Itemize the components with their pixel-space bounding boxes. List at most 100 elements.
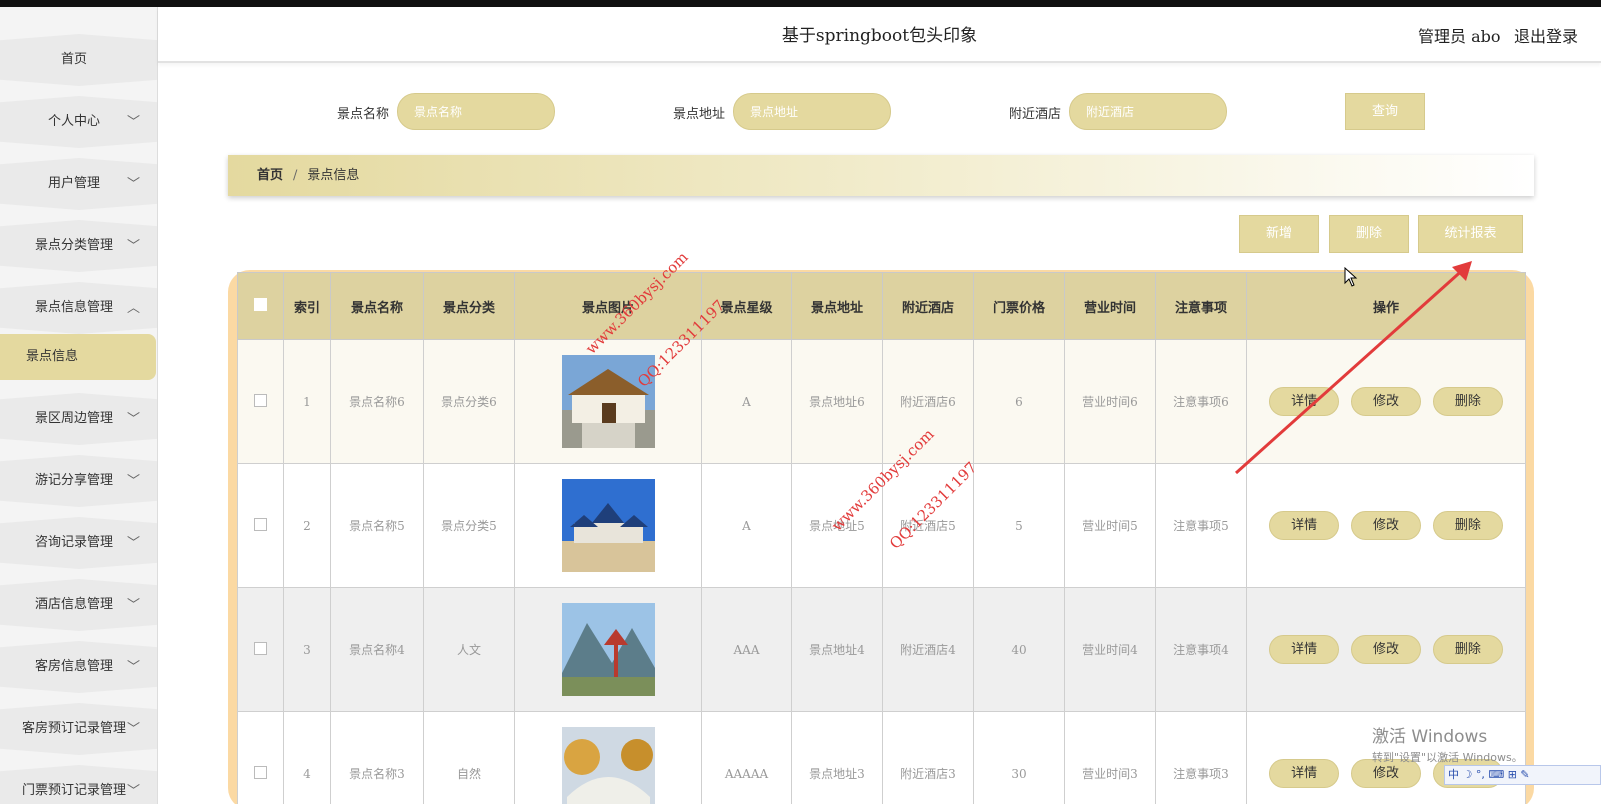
cell-hours: 营业时间5 [1064, 463, 1156, 588]
ime-toolbar[interactable]: 中 ☽ °, ⌨ ⊞ ✎ [1444, 765, 1601, 785]
edit-button[interactable]: 修改 [1351, 635, 1421, 664]
bridge-photo[interactable] [561, 727, 655, 804]
cell-stars: A [701, 463, 792, 588]
sidebar-item-label: 客房预订记录管理 [21, 721, 126, 736]
breadcrumb-current: 景点信息 [307, 168, 360, 183]
row-checkbox[interactable] [254, 765, 267, 779]
activation-title: 激活 Windows [1372, 727, 1488, 747]
sidebar-item-label: 首页 [60, 52, 87, 67]
stats-report-button[interactable]: 统计报表 [1418, 215, 1523, 253]
row-checkbox[interactable] [254, 393, 267, 407]
cell-address: 景点地址3 [791, 711, 883, 804]
cell-stars: A [701, 339, 792, 464]
cell-price: 30 [973, 711, 1065, 804]
cell-image [514, 711, 702, 804]
chevron-down-icon: ﹀ [126, 598, 140, 613]
breadcrumb-separator: / [293, 168, 298, 183]
cell-image [514, 587, 702, 712]
cell-name: 景点名称6 [330, 339, 424, 464]
sidebar-item-label: 景点信息管理 [34, 300, 113, 315]
sidebar-item-home[interactable]: 首页 [0, 34, 157, 86]
ime-toolbar-label: 中 ☽ °, ⌨ ⊞ ✎ [1448, 768, 1530, 781]
query-button[interactable]: 查询 [1345, 93, 1425, 130]
detail-button[interactable]: 详情 [1269, 511, 1340, 540]
cell-operations: 详情 修改 删除 [1246, 587, 1526, 712]
sidebar-item-label: 景区周边管理 [34, 411, 113, 426]
table-row: 4 景点名称3 自然 AAAAA 景点地址3 附近酒店3 30 营业时间3 注意… [237, 711, 1526, 804]
cell-hours: 营业时间6 [1064, 339, 1156, 464]
chevron-down-icon: ﹀ [126, 784, 140, 799]
row-checkbox[interactable] [254, 517, 267, 531]
sidebar-item-personal-center[interactable]: 个人中心 ﹀ [0, 96, 157, 148]
sidebar-item-travelogue-management[interactable]: 游记分享管理 ﹀ [0, 455, 157, 507]
cell-notes: 注意事项3 [1155, 711, 1247, 804]
column-header: 景点分类 [423, 272, 515, 340]
chevron-down-icon: ﹀ [126, 115, 140, 130]
cell-hours: 营业时间4 [1064, 587, 1156, 712]
sidebar-item-category-management[interactable]: 景点分类管理 ﹀ [0, 220, 157, 272]
detail-button[interactable]: 详情 [1269, 759, 1340, 788]
cell-price: 5 [973, 463, 1065, 588]
sidebar-subitem-scenic-info[interactable]: 景点信息 [0, 334, 156, 380]
scenic-address-label: 景点地址 [673, 107, 726, 122]
cell-index: 1 [283, 339, 331, 464]
cell-name: 景点名称4 [330, 587, 424, 712]
chevron-down-icon: ﹀ [126, 536, 140, 551]
nearby-hotel-label: 附近酒店 [1009, 107, 1062, 122]
sidebar-item-label: 客房信息管理 [34, 659, 113, 674]
scenic-name-input[interactable] [397, 93, 555, 130]
sidebar-item-ticket-booking-management[interactable]: 门票预订记录管理 ﹀ [0, 765, 157, 804]
mountain-pagoda-photo[interactable] [561, 603, 655, 696]
add-button[interactable]: 新增 [1239, 215, 1319, 253]
edit-button[interactable]: 修改 [1351, 511, 1421, 540]
batch-delete-button[interactable]: 删除 [1329, 215, 1409, 253]
logout-link[interactable]: 退出登录 [1514, 23, 1578, 47]
sidebar-subitem-label: 景点信息 [26, 349, 79, 364]
sidebar-item-consultation-management[interactable]: 咨询记录管理 ﹀ [0, 517, 157, 569]
cell-index: 2 [283, 463, 331, 588]
sidebar-item-label: 游记分享管理 [34, 473, 113, 488]
scenic-address-input[interactable] [733, 93, 891, 130]
column-header: 门票价格 [973, 272, 1065, 340]
top-header: 基于springboot包头印象 管理员 abo 退出登录 [158, 7, 1601, 63]
delete-button[interactable]: 删除 [1432, 635, 1503, 664]
sidebar-item-label: 个人中心 [47, 114, 100, 129]
cell-price: 40 [973, 587, 1065, 712]
select-all-checkbox[interactable] [254, 297, 267, 311]
cell-name: 景点名称3 [330, 711, 424, 804]
breadcrumb-home[interactable]: 首页 [257, 168, 283, 183]
cell-notes: 注意事项5 [1155, 463, 1247, 588]
nearby-hotel-input[interactable] [1069, 93, 1227, 130]
chevron-up-icon: ︿ [126, 301, 140, 316]
cell-hours: 营业时间3 [1064, 711, 1156, 804]
cell-index: 3 [283, 587, 331, 712]
activation-subtitle: 转到"设置"以激活 Windows。 [1372, 751, 1523, 764]
sidebar-item-label: 景点分类管理 [34, 238, 113, 253]
temple-photo[interactable] [561, 355, 655, 448]
cell-hotel: 附近酒店4 [882, 587, 974, 712]
cell-hotel: 附近酒店3 [882, 711, 974, 804]
select-all-cell [237, 272, 284, 340]
cell-category: 景点分类6 [423, 339, 515, 464]
chevron-down-icon: ﹀ [126, 177, 140, 192]
windows-activation-notice: 激活 Windows 转到"设置"以激活 Windows。 [1372, 722, 1523, 765]
delete-button[interactable]: 删除 [1432, 511, 1503, 540]
sidebar-item-surroundings-management[interactable]: 景区周边管理 ﹀ [0, 393, 157, 445]
chevron-down-icon: ﹀ [126, 474, 140, 489]
row-checkbox[interactable] [254, 641, 267, 655]
sidebar-item-label: 用户管理 [47, 176, 100, 191]
detail-button[interactable]: 详情 [1269, 635, 1340, 664]
sidebar-item-room-management[interactable]: 客房信息管理 ﹀ [0, 641, 157, 693]
sidebar-item-hotel-management[interactable]: 酒店信息管理 ﹀ [0, 579, 157, 631]
pavilion-photo[interactable] [561, 479, 655, 572]
chevron-down-icon: ﹀ [126, 239, 140, 254]
chevron-down-icon: ﹀ [126, 412, 140, 427]
sidebar-item-user-management[interactable]: 用户管理 ﹀ [0, 158, 157, 210]
cell-category: 景点分类5 [423, 463, 515, 588]
cell-category: 自然 [423, 711, 515, 804]
sidebar-item-label: 门票预订记录管理 [21, 783, 126, 798]
sidebar-item-room-booking-management[interactable]: 客房预订记录管理 ﹀ [0, 703, 157, 755]
sidebar-item-scenic-info-management[interactable]: 景点信息管理 ︿ [0, 282, 157, 334]
cell-address: 景点地址4 [791, 587, 883, 712]
column-header: 营业时间 [1064, 272, 1156, 340]
